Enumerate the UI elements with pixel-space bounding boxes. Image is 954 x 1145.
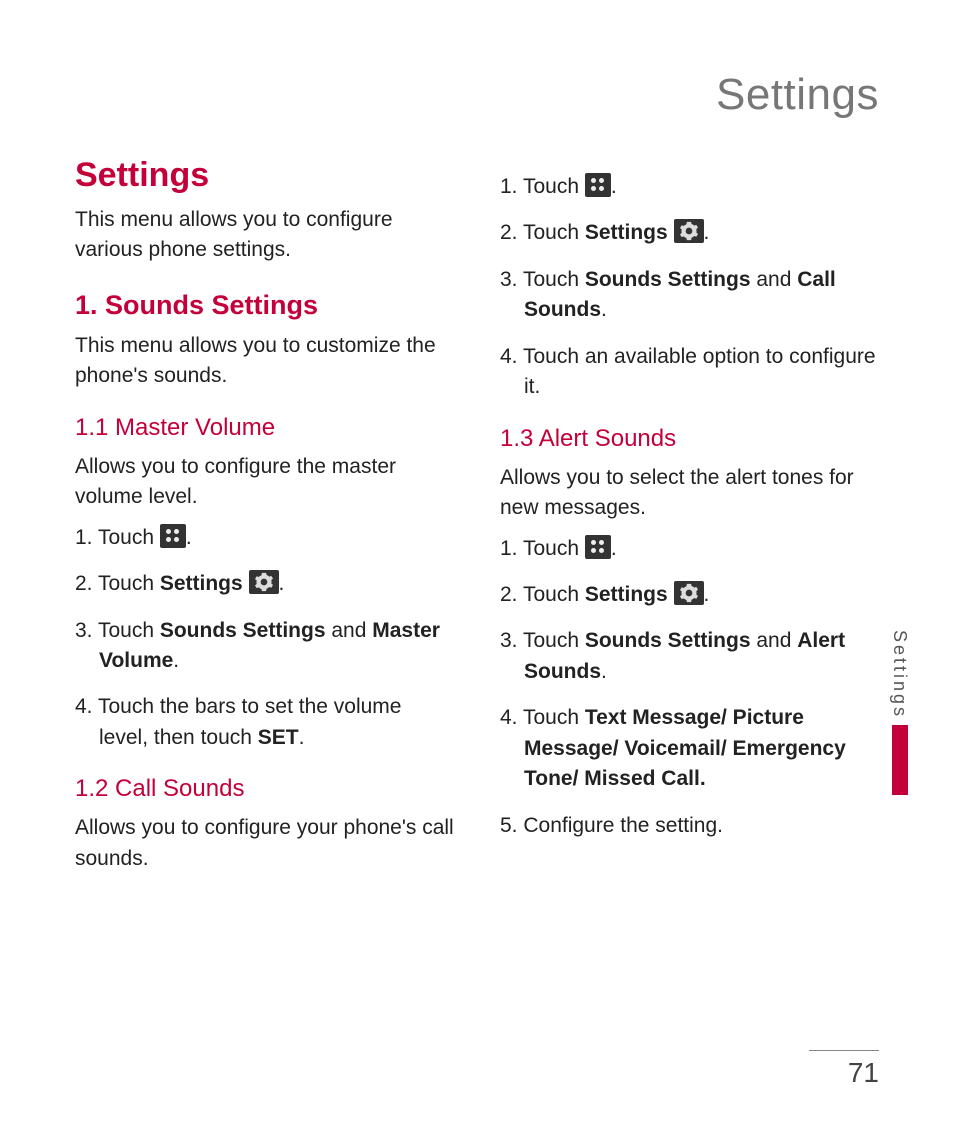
step-text	[668, 221, 674, 244]
step-item: 4. Touch the bars to set the volume leve…	[75, 692, 454, 753]
apps-icon	[585, 173, 611, 197]
page-number: 71	[809, 1050, 879, 1089]
heading-alert-sounds: 1.3 Alert Sounds	[500, 425, 879, 453]
step-text: 2. Touch	[75, 572, 160, 595]
step-text: 3. Touch	[75, 619, 160, 642]
apps-icon	[585, 535, 611, 559]
step-text: 2. Touch	[500, 221, 585, 244]
step-bold: Settings	[585, 583, 668, 606]
step-bold: Sounds Settings	[585, 268, 751, 291]
side-tab-bar	[892, 725, 908, 795]
heading-call-sounds: 1.2 Call Sounds	[75, 775, 454, 803]
gear-icon	[674, 581, 704, 605]
sounds-intro: This menu allows you to customize the ph…	[75, 331, 454, 392]
step-text: .	[601, 660, 607, 683]
step-text	[243, 572, 249, 595]
content-columns: Settings This menu allows you to configu…	[75, 156, 879, 878]
step-text: and	[751, 629, 798, 652]
step-item: 2. Touch Settings .	[75, 569, 454, 599]
call-sounds-intro: Allows you to configure your phone's cal…	[75, 813, 454, 874]
gear-icon	[674, 219, 704, 243]
step-item: 2. Touch Settings .	[500, 218, 879, 248]
step-text: 3. Touch	[500, 268, 585, 291]
step-text: .	[173, 649, 179, 672]
step-bold: Settings	[585, 221, 668, 244]
side-tab-label: Settings	[889, 630, 910, 719]
step-text: .	[704, 583, 710, 606]
master-volume-steps: 1. Touch . 2. Touch Settings . 3. Touch …	[75, 523, 454, 754]
right-column: 1. Touch . 2. Touch Settings . 3. Touch …	[500, 156, 879, 878]
step-text: 4. Touch the bars to set the volume leve…	[75, 695, 401, 748]
step-text: 2. Touch	[500, 583, 585, 606]
step-bold: Sounds Settings	[585, 629, 751, 652]
step-item: 5. Configure the setting.	[500, 811, 879, 841]
apps-icon	[160, 524, 186, 548]
step-item: 3. Touch Sounds Settings and Alert Sound…	[500, 626, 879, 687]
gear-icon	[249, 570, 279, 594]
step-text: .	[279, 572, 285, 595]
step-item: 4. Touch an available option to configur…	[500, 342, 879, 403]
step-item: 1. Touch .	[500, 534, 879, 564]
side-tab: Settings	[889, 630, 910, 795]
alert-sounds-intro: Allows you to select the alert tones for…	[500, 463, 879, 524]
alert-sounds-steps: 1. Touch . 2. Touch Settings . 3. Touch …	[500, 534, 879, 842]
step-text	[668, 583, 674, 606]
step-item: 1. Touch .	[75, 523, 454, 553]
step-item: 3. Touch Sounds Settings and Call Sounds…	[500, 265, 879, 326]
step-text: and	[751, 268, 798, 291]
step-item: 4. Touch Text Message/ Picture Message/ …	[500, 703, 879, 794]
step-item: 3. Touch Sounds Settings and Master Volu…	[75, 616, 454, 677]
step-text: .	[299, 726, 305, 749]
step-text: 1. Touch	[75, 526, 160, 549]
step-text: 1. Touch	[500, 175, 585, 198]
step-text: .	[611, 175, 617, 198]
step-bold: Sounds Settings	[160, 619, 326, 642]
master-volume-intro: Allows you to configure the master volum…	[75, 452, 454, 513]
call-sounds-steps: 1. Touch . 2. Touch Settings . 3. Touch …	[500, 172, 879, 403]
intro-text: This menu allows you to configure variou…	[75, 205, 454, 266]
step-bold: Settings	[160, 572, 243, 595]
step-text: .	[601, 298, 607, 321]
step-text: .	[186, 526, 192, 549]
heading-sounds-settings: 1. Sounds Settings	[75, 290, 454, 321]
step-text: .	[611, 537, 617, 560]
page-header: Settings	[75, 70, 879, 120]
step-bold: SET	[258, 726, 299, 749]
step-text: and	[326, 619, 373, 642]
step-item: 1. Touch .	[500, 172, 879, 202]
heading-settings: Settings	[75, 156, 454, 195]
step-text: 3. Touch	[500, 629, 585, 652]
step-item: 2. Touch Settings .	[500, 580, 879, 610]
step-text: 4. Touch	[500, 706, 585, 729]
step-text: 1. Touch	[500, 537, 585, 560]
left-column: Settings This menu allows you to configu…	[75, 156, 454, 878]
step-text: .	[704, 221, 710, 244]
heading-master-volume: 1.1 Master Volume	[75, 414, 454, 442]
